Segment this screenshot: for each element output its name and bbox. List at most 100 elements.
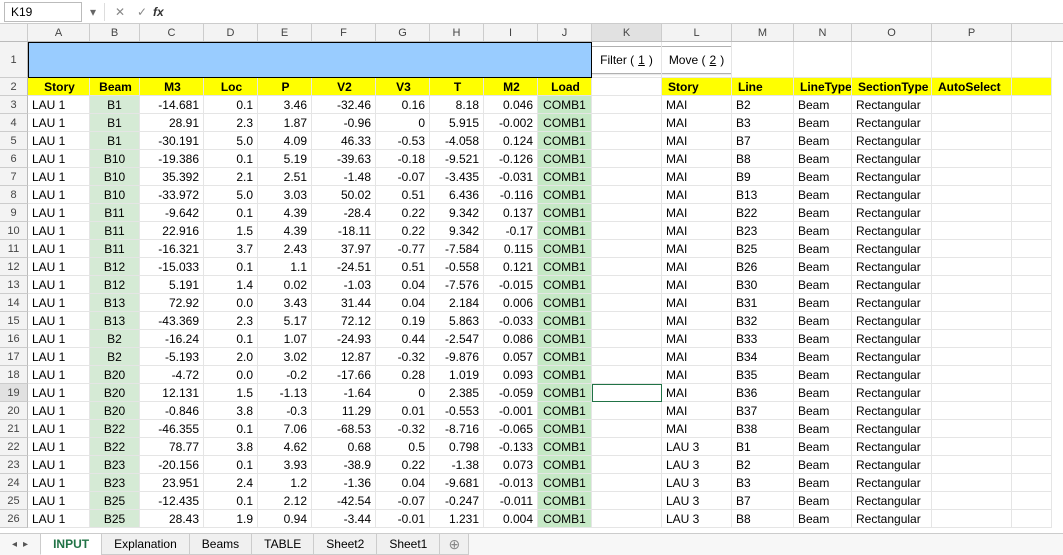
- column-header-cell[interactable]: SectionType: [852, 78, 932, 96]
- data-cell[interactable]: -3.44: [312, 510, 376, 528]
- data-cell[interactable]: -4.058: [430, 132, 484, 150]
- data-cell[interactable]: 0.798: [430, 438, 484, 456]
- data-cell[interactable]: [932, 114, 1012, 132]
- data-cell[interactable]: COMB1: [538, 456, 592, 474]
- data-cell[interactable]: LAU 1: [28, 456, 90, 474]
- col-header[interactable]: B: [90, 24, 140, 41]
- row-header[interactable]: 2: [0, 78, 28, 96]
- data-cell[interactable]: Beam: [794, 204, 852, 222]
- data-cell[interactable]: -0.3: [258, 402, 312, 420]
- data-cell[interactable]: 0.44: [376, 330, 430, 348]
- row-header[interactable]: 23: [0, 456, 28, 474]
- data-cell[interactable]: 2.3: [204, 114, 258, 132]
- data-cell[interactable]: B20: [90, 384, 140, 402]
- data-cell[interactable]: [932, 492, 1012, 510]
- data-cell[interactable]: 0.01: [376, 402, 430, 420]
- data-cell[interactable]: COMB1: [538, 438, 592, 456]
- data-cell[interactable]: COMB1: [538, 384, 592, 402]
- data-cell[interactable]: [932, 312, 1012, 330]
- data-cell[interactable]: -15.033: [140, 258, 204, 276]
- data-cell[interactable]: -1.03: [312, 276, 376, 294]
- data-cell[interactable]: [592, 150, 662, 168]
- data-cell[interactable]: B22: [732, 204, 794, 222]
- data-cell[interactable]: -0.116: [484, 186, 538, 204]
- data-cell[interactable]: MAI: [662, 384, 732, 402]
- row-header[interactable]: 8: [0, 186, 28, 204]
- data-cell[interactable]: -43.369: [140, 312, 204, 330]
- data-cell[interactable]: -0.247: [430, 492, 484, 510]
- data-cell[interactable]: COMB1: [538, 510, 592, 528]
- data-cell[interactable]: -0.015: [484, 276, 538, 294]
- col-header[interactable]: O: [852, 24, 932, 41]
- data-cell[interactable]: MAI: [662, 366, 732, 384]
- data-cell[interactable]: MAI: [662, 402, 732, 420]
- data-cell[interactable]: B13: [732, 186, 794, 204]
- data-cell[interactable]: Beam: [794, 384, 852, 402]
- tab-nav[interactable]: ◂ ▸: [0, 534, 40, 555]
- data-cell[interactable]: [932, 168, 1012, 186]
- data-cell[interactable]: -0.53: [376, 132, 430, 150]
- data-cell[interactable]: Beam: [794, 510, 852, 528]
- data-cell[interactable]: 22.916: [140, 222, 204, 240]
- data-cell[interactable]: LAU 1: [28, 258, 90, 276]
- data-cell[interactable]: MAI: [662, 168, 732, 186]
- data-cell[interactable]: 3.93: [258, 456, 312, 474]
- data-cell[interactable]: B23: [732, 222, 794, 240]
- cell[interactable]: [852, 42, 932, 78]
- data-cell[interactable]: Beam: [794, 168, 852, 186]
- data-cell[interactable]: [1012, 492, 1052, 510]
- data-cell[interactable]: 2.385: [430, 384, 484, 402]
- col-header[interactable]: C: [140, 24, 204, 41]
- data-cell[interactable]: B1: [90, 132, 140, 150]
- row-header[interactable]: 21: [0, 420, 28, 438]
- data-cell[interactable]: Beam: [794, 132, 852, 150]
- data-cell[interactable]: COMB1: [538, 294, 592, 312]
- data-cell[interactable]: COMB1: [538, 348, 592, 366]
- data-cell[interactable]: -19.386: [140, 150, 204, 168]
- data-cell[interactable]: -1.36: [312, 474, 376, 492]
- data-cell[interactable]: [592, 114, 662, 132]
- data-cell[interactable]: [1012, 456, 1052, 474]
- column-header-cell[interactable]: V2: [312, 78, 376, 96]
- data-cell[interactable]: Beam: [794, 402, 852, 420]
- data-cell[interactable]: LAU 1: [28, 186, 90, 204]
- data-cell[interactable]: -68.53: [312, 420, 376, 438]
- row-header[interactable]: 20: [0, 402, 28, 420]
- data-cell[interactable]: Rectangular: [852, 150, 932, 168]
- data-cell[interactable]: COMB1: [538, 222, 592, 240]
- column-header-cell[interactable]: AutoSelect: [932, 78, 1012, 96]
- data-cell[interactable]: -28.4: [312, 204, 376, 222]
- data-cell[interactable]: 5.863: [430, 312, 484, 330]
- data-cell[interactable]: [592, 168, 662, 186]
- cell[interactable]: [932, 42, 1012, 78]
- data-cell[interactable]: Beam: [794, 492, 852, 510]
- col-header[interactable]: L: [662, 24, 732, 41]
- data-cell[interactable]: [932, 240, 1012, 258]
- data-cell[interactable]: -9.521: [430, 150, 484, 168]
- data-cell[interactable]: 2.3: [204, 312, 258, 330]
- data-cell[interactable]: 78.77: [140, 438, 204, 456]
- data-cell[interactable]: Rectangular: [852, 168, 932, 186]
- data-cell[interactable]: Rectangular: [852, 276, 932, 294]
- data-cell[interactable]: -0.17: [484, 222, 538, 240]
- data-cell[interactable]: Beam: [794, 258, 852, 276]
- data-cell[interactable]: [592, 132, 662, 150]
- data-cell[interactable]: LAU 3: [662, 438, 732, 456]
- data-cell[interactable]: 11.29: [312, 402, 376, 420]
- data-cell[interactable]: -0.033: [484, 312, 538, 330]
- data-cell[interactable]: 12.131: [140, 384, 204, 402]
- data-cell[interactable]: LAU 1: [28, 438, 90, 456]
- data-cell[interactable]: -39.63: [312, 150, 376, 168]
- data-cell[interactable]: B37: [732, 402, 794, 420]
- column-header-cell[interactable]: Beam: [90, 78, 140, 96]
- row-header[interactable]: 4: [0, 114, 28, 132]
- sheet-tab[interactable]: Sheet2: [313, 534, 377, 555]
- data-cell[interactable]: -30.191: [140, 132, 204, 150]
- data-cell[interactable]: -32.46: [312, 96, 376, 114]
- data-cell[interactable]: 0.68: [312, 438, 376, 456]
- data-cell[interactable]: Beam: [794, 456, 852, 474]
- data-cell[interactable]: -0.32: [376, 348, 430, 366]
- data-cell[interactable]: 5.191: [140, 276, 204, 294]
- data-cell[interactable]: Rectangular: [852, 366, 932, 384]
- name-box[interactable]: K19: [4, 2, 82, 22]
